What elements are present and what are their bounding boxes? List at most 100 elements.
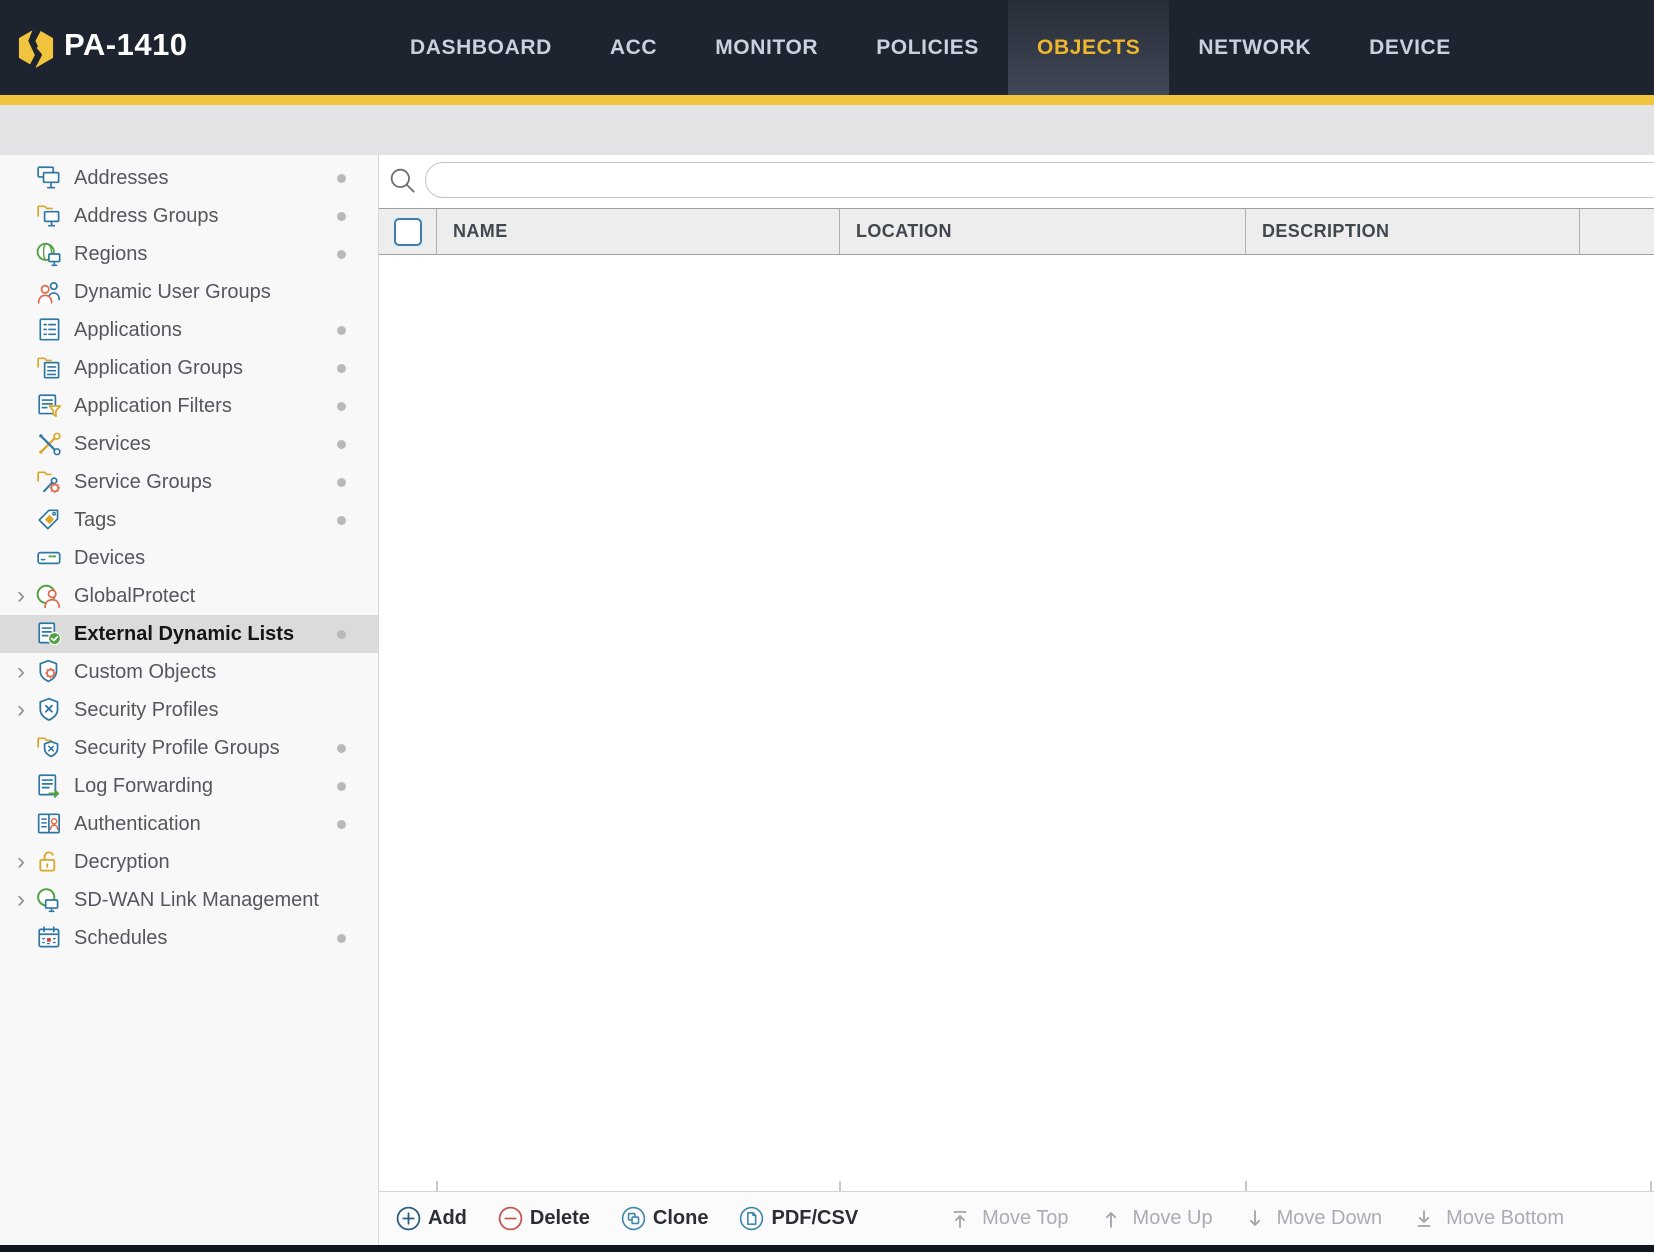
sidebar-item-label: Addresses — [74, 167, 169, 190]
column-header-name[interactable]: NAME — [437, 209, 840, 254]
sidebar-item-authentication[interactable]: Authentication — [0, 805, 378, 843]
table-body-empty — [379, 255, 1654, 1191]
pdf-csv-icon — [738, 1205, 765, 1232]
column-tick — [1650, 1181, 1652, 1191]
item-dot — [337, 630, 346, 639]
add-label: Add — [428, 1207, 467, 1230]
tab-monitor[interactable]: MONITOR — [686, 0, 847, 95]
item-dot — [337, 174, 346, 183]
sidebar-item-dynamic-user-groups[interactable]: Dynamic User Groups — [0, 273, 378, 311]
column-header-description[interactable]: DESCRIPTION — [1246, 209, 1580, 254]
add-button[interactable]: Add — [395, 1205, 467, 1232]
log-forwarding-icon — [36, 773, 64, 799]
sidebar-item-external-dynamic-lists[interactable]: External Dynamic Lists — [0, 615, 378, 653]
item-dot — [337, 516, 346, 525]
application-filters-icon — [36, 393, 64, 419]
main-nav: DASHBOARD ACC MONITOR POLICIES OBJECTS N… — [381, 0, 1480, 95]
security-profile-groups-icon — [36, 735, 64, 761]
main-panel: NAME LOCATION DESCRIPTION Add Delete — [379, 155, 1654, 1245]
move-top-label: Move Top — [982, 1207, 1068, 1230]
expand-chevron-icon[interactable]: › — [8, 700, 34, 720]
item-dot — [337, 782, 346, 791]
sidebar-item-label: Decryption — [74, 851, 170, 874]
firewall-admin-window: PA-1410 DASHBOARD ACC MONITOR POLICIES O… — [0, 0, 1654, 1252]
sidebar-item-label: Security Profile Groups — [74, 737, 280, 760]
sidebar-item-security-profile-groups[interactable]: Security Profile Groups — [0, 729, 378, 767]
item-dot — [337, 364, 346, 373]
sidebar-item-security-profiles[interactable]: › Security Profiles — [0, 691, 378, 729]
sidebar-item-label: Log Forwarding — [74, 775, 213, 798]
tab-acc[interactable]: ACC — [581, 0, 686, 95]
sidebar-item-services[interactable]: Services — [0, 425, 378, 463]
pdf-csv-button[interactable]: PDF/CSV — [738, 1205, 858, 1232]
sidebar-item-applications[interactable]: Applications — [0, 311, 378, 349]
sidebar-item-label: Address Groups — [74, 205, 219, 228]
clone-button[interactable]: Clone — [620, 1205, 709, 1232]
sd-wan-icon — [36, 887, 64, 913]
decryption-icon — [36, 849, 64, 875]
move-bottom-button[interactable]: Move Bottom — [1412, 1207, 1564, 1231]
bottom-toolbar: Add Delete Clone — [379, 1191, 1654, 1245]
service-groups-icon — [36, 469, 64, 495]
sidebar-item-label: External Dynamic Lists — [74, 623, 294, 646]
item-dot — [337, 478, 346, 487]
sidebar-item-decryption[interactable]: › Decryption — [0, 843, 378, 881]
external-dynamic-lists-icon — [36, 621, 64, 647]
search-icon — [387, 165, 419, 197]
sidebar-item-addresses[interactable]: Addresses — [0, 159, 378, 197]
tab-objects[interactable]: OBJECTS — [1008, 0, 1169, 95]
column-tick — [839, 1181, 841, 1191]
column-tick — [436, 1181, 438, 1191]
sidebar-item-application-groups[interactable]: Application Groups — [0, 349, 378, 387]
objects-sidebar: Addresses Address Groups Regions — [0, 155, 379, 1245]
custom-objects-icon — [36, 659, 64, 685]
sidebar-item-label: Service Groups — [74, 471, 212, 494]
sidebar-item-regions[interactable]: Regions — [0, 235, 378, 273]
clone-circle-icon — [620, 1205, 647, 1232]
sidebar-item-sd-wan-link-management[interactable]: › SD-WAN Link Management — [0, 881, 378, 919]
select-all-cell — [379, 209, 437, 254]
expand-chevron-icon[interactable]: › — [8, 586, 34, 606]
sidebar-item-globalprotect[interactable]: › GlobalProtect — [0, 577, 378, 615]
tab-device[interactable]: DEVICE — [1340, 0, 1480, 95]
delete-button[interactable]: Delete — [497, 1205, 590, 1232]
column-tick — [1245, 1181, 1247, 1191]
move-down-button[interactable]: Move Down — [1243, 1207, 1383, 1231]
item-dot — [337, 820, 346, 829]
expand-chevron-icon[interactable]: › — [8, 852, 34, 872]
sidebar-item-address-groups[interactable]: Address Groups — [0, 197, 378, 235]
sidebar-item-label: SD-WAN Link Management — [74, 889, 319, 912]
address-groups-icon — [36, 203, 64, 229]
expand-chevron-icon[interactable]: › — [8, 890, 34, 910]
clone-label: Clone — [653, 1207, 709, 1230]
security-profiles-icon — [36, 697, 64, 723]
sidebar-item-label: Devices — [74, 547, 145, 570]
item-dot — [337, 440, 346, 449]
tab-dashboard[interactable]: DASHBOARD — [381, 0, 581, 95]
brand-logo-icon — [14, 26, 58, 70]
globalprotect-icon — [36, 583, 64, 609]
tab-network[interactable]: NETWORK — [1169, 0, 1340, 95]
schedules-icon — [36, 925, 64, 951]
sidebar-item-label: Security Profiles — [74, 699, 219, 722]
column-header-location[interactable]: LOCATION — [840, 209, 1246, 254]
sidebar-item-log-forwarding[interactable]: Log Forwarding — [0, 767, 378, 805]
sidebar-item-service-groups[interactable]: Service Groups — [0, 463, 378, 501]
move-top-button[interactable]: Move Top — [948, 1207, 1068, 1231]
select-all-checkbox[interactable] — [394, 218, 422, 246]
expand-chevron-icon[interactable]: › — [8, 662, 34, 682]
sidebar-item-schedules[interactable]: Schedules — [0, 919, 378, 957]
sidebar-item-tags[interactable]: Tags — [0, 501, 378, 539]
sidebar-item-devices[interactable]: Devices — [0, 539, 378, 577]
search-input[interactable] — [425, 162, 1654, 198]
tab-policies[interactable]: POLICIES — [847, 0, 1008, 95]
sidebar-item-application-filters[interactable]: Application Filters — [0, 387, 378, 425]
addresses-icon — [36, 165, 64, 191]
sub-header-band — [0, 105, 1654, 155]
column-header-spacer — [1580, 209, 1654, 254]
move-up-button[interactable]: Move Up — [1099, 1207, 1213, 1231]
applications-icon — [36, 317, 64, 343]
sidebar-item-label: Regions — [74, 243, 147, 266]
sidebar-item-custom-objects[interactable]: › Custom Objects — [0, 653, 378, 691]
item-dot — [337, 744, 346, 753]
